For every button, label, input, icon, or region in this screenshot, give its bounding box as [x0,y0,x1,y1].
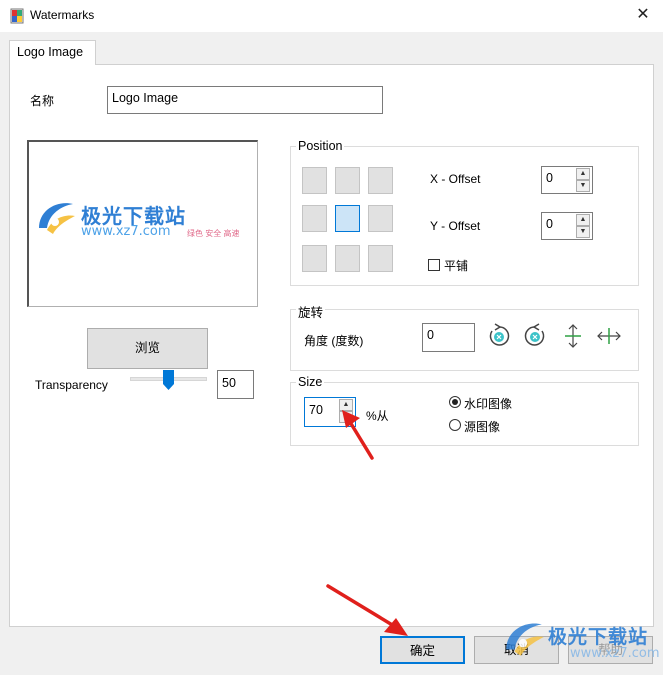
browse-button[interactable]: 浏览 [87,328,208,369]
y-offset-up-icon[interactable]: ▲ [576,214,590,226]
brand-logo-icon [39,203,75,234]
name-label: 名称 [30,94,55,108]
size-option-source-label: 源图像 [464,420,501,434]
ok-button[interactable]: 确定 [380,636,465,664]
size-option-watermark-radio[interactable] [449,396,461,408]
position-cell-middle-left[interactable] [302,205,327,232]
position-cell-bottom-center[interactable] [335,245,360,272]
rotate-ccw-icon[interactable] [486,323,512,349]
position-cell-top-center[interactable] [335,167,360,194]
title-bar [0,0,663,32]
tile-checkbox[interactable] [428,259,440,271]
position-cell-center[interactable] [335,205,360,232]
y-offset-down-icon[interactable]: ▼ [576,226,590,238]
rotate-cw-icon[interactable] [522,323,548,349]
size-option-watermark-label: 水印图像 [464,397,513,411]
transparency-label: Transparency [35,378,108,392]
name-input[interactable]: Logo Image [107,86,383,114]
size-option-source-radio[interactable] [449,419,461,431]
x-offset-spinner[interactable]: 0 ▲ ▼ [541,166,593,194]
x-offset-down-icon[interactable]: ▼ [576,180,590,192]
size-value: 70 [309,403,323,417]
tile-label: 平铺 [444,259,469,273]
annotation-arrow-icon [342,410,374,460]
angle-input[interactable]: 0 [422,323,475,352]
annotation-arrow-icon [326,584,408,636]
position-cell-middle-right[interactable] [368,205,393,232]
y-offset-label: Y - Offset [430,219,481,233]
window-title: Watermarks [30,8,95,22]
y-offset-value: 0 [546,217,553,231]
position-cell-top-right[interactable] [368,167,393,194]
y-offset-spinner[interactable]: 0 ▲ ▼ [541,212,593,240]
tab-logo-image[interactable]: Logo Image [9,40,96,65]
position-title: Position [296,139,345,153]
x-offset-up-icon[interactable]: ▲ [576,168,590,180]
x-offset-label: X - Offset [430,172,481,186]
transparency-input[interactable]: 50 [217,370,254,399]
close-icon[interactable]: ✕ [630,3,656,27]
preview-brand-slogan: 绿色 安全 高速 [187,229,240,238]
flip-vertical-icon[interactable] [561,323,585,349]
watermark-logo-icon [506,623,544,656]
logo-preview: 极光下载站 www.xz7.com 绿色 安全 高速 [27,140,258,307]
size-title: Size [296,375,325,389]
angle-label: 角度 (度数) [304,334,364,348]
position-cell-bottom-left[interactable] [302,245,327,272]
position-cell-bottom-right[interactable] [368,245,393,272]
app-icon [10,8,24,24]
watermark-brand-text: 极光下载站 [548,626,649,648]
rotation-title: 旋转 [296,302,326,321]
preview-brand-url: www.xz7.com [81,224,171,239]
watermark-brand-url: www.xz7.com [570,646,660,661]
flip-horizontal-icon[interactable] [596,324,622,348]
x-offset-value: 0 [546,171,553,185]
position-cell-top-left[interactable] [302,167,327,194]
